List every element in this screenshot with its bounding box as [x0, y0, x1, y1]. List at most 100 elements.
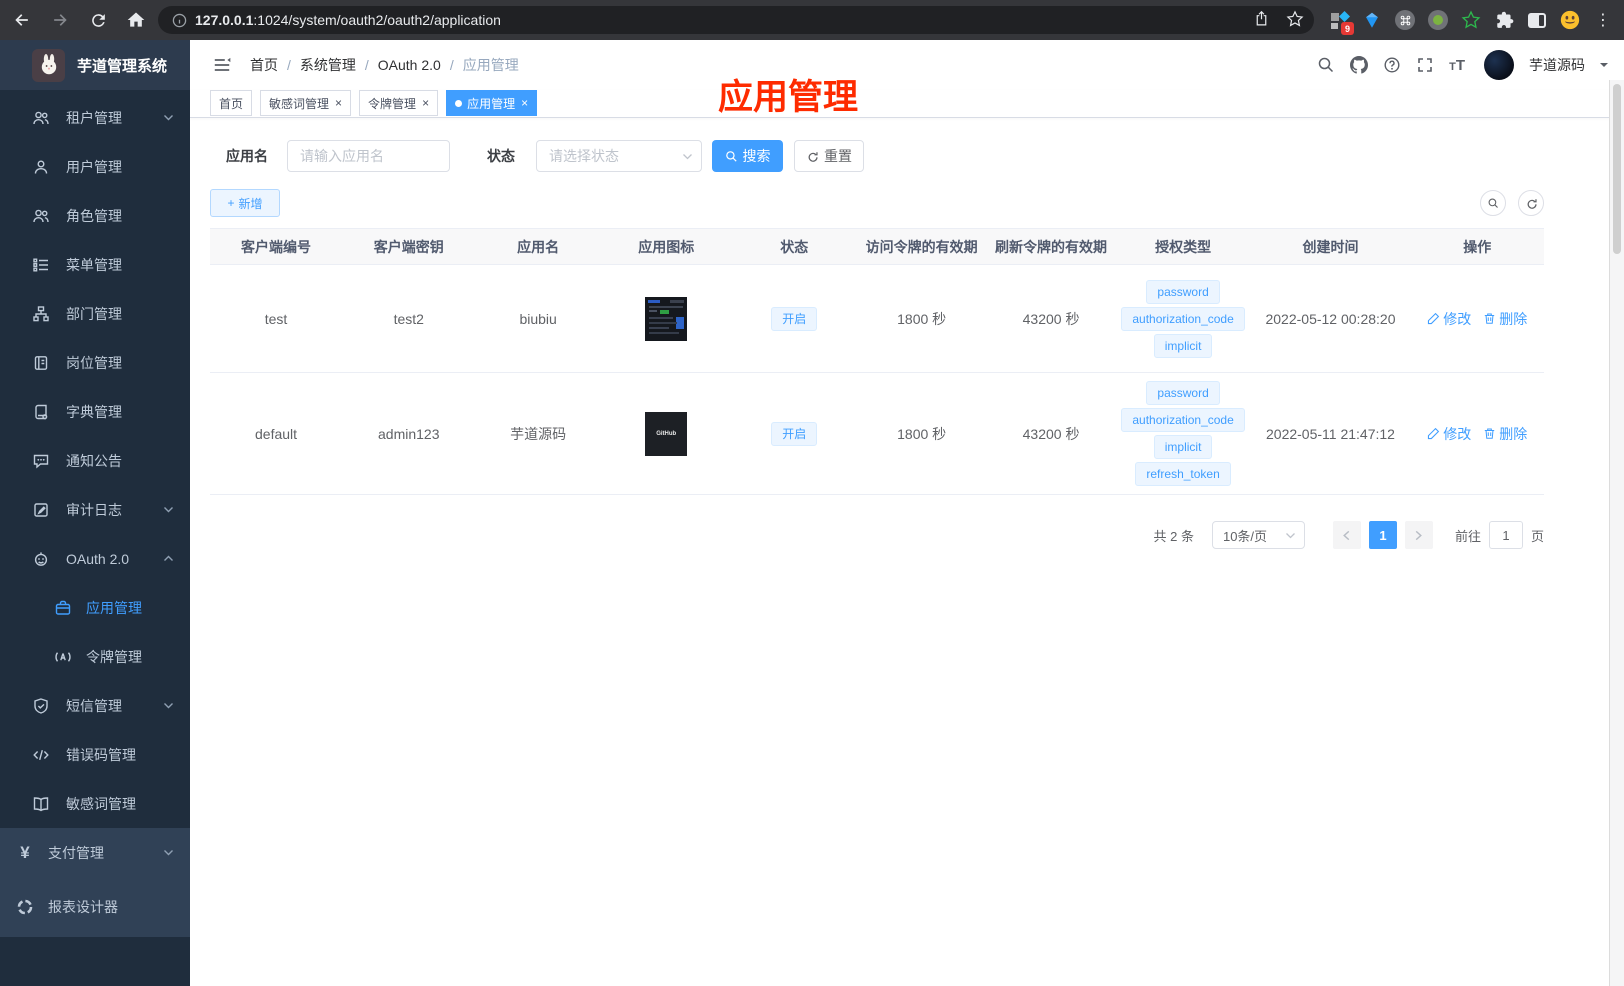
sidebar-item-tenant[interactable]: 租户管理 — [0, 93, 190, 142]
tab-sensitive-word[interactable]: 敏感词管理 × — [260, 90, 352, 116]
cell-refresh-validity: 43200 秒 — [986, 372, 1116, 495]
fullscreen-icon[interactable] — [1416, 56, 1434, 74]
breadcrumb-home[interactable]: 首页 — [250, 55, 278, 75]
delete-button[interactable]: 删除 — [1483, 424, 1527, 444]
tab-label: 首页 — [219, 96, 244, 111]
font-size-icon[interactable]: TT — [1449, 57, 1465, 74]
goto-page-input[interactable] — [1488, 521, 1523, 549]
status-select[interactable] — [536, 140, 702, 172]
table-row: default admin123 芋道源码 GitHub 开启 1800 秒 4… — [210, 372, 1544, 495]
sidebar-fold-icon[interactable] — [212, 55, 232, 75]
cell-client-secret: admin123 — [342, 372, 476, 495]
sidebar-item-label: 部门管理 — [66, 305, 122, 322]
sidebar-item-audit-log[interactable]: 审计日志 — [0, 485, 190, 534]
address-bar[interactable]: 127.0.0.1:1024/system/oauth2/oauth2/appl… — [158, 6, 1314, 34]
sidebar-item-user[interactable]: 用户管理 — [0, 142, 190, 191]
profile-avatar-icon[interactable] — [1559, 9, 1581, 31]
col-refresh-validity: 刷新令牌的有效期 — [986, 228, 1116, 265]
sidebar-item-notice[interactable]: 通知公告 — [0, 436, 190, 485]
sidebar-bottom-section: ¥ 支付管理 报表设计器 — [0, 828, 190, 937]
refresh-table-button[interactable] — [1518, 190, 1544, 216]
breadcrumb-system[interactable]: 系统管理 — [300, 55, 356, 75]
page-size-select[interactable] — [1211, 521, 1305, 549]
sidebar-item-oauth[interactable]: OAuth 2.0 — [0, 534, 190, 583]
app-title: 芋道管理系统 — [77, 57, 168, 75]
prev-page-button[interactable] — [1332, 521, 1361, 549]
table-toolbar: + 新增 — [210, 189, 1544, 217]
app-name-label: 应用名 — [226, 148, 268, 164]
logo-image — [32, 48, 65, 82]
sidebar-item-role[interactable]: 角色管理 — [0, 191, 190, 240]
sidebar-item-payment[interactable]: ¥ 支付管理 — [0, 828, 190, 877]
reload-button[interactable] — [86, 8, 110, 32]
sidebar-item-label: 字典管理 — [66, 403, 122, 420]
command-extension-icon[interactable] — [1394, 9, 1416, 31]
show-search-button[interactable] — [1480, 190, 1506, 216]
close-icon[interactable]: × — [521, 96, 528, 110]
sidebar-item-dict[interactable]: 字典管理 — [0, 387, 190, 436]
sidebar-item-sms[interactable]: 短信管理 — [0, 681, 190, 730]
app-name-input[interactable] — [287, 140, 450, 172]
sidebar-item-errcode[interactable]: 错误码管理 — [0, 730, 190, 779]
close-icon[interactable]: × — [335, 96, 342, 110]
col-grant-types: 授权类型 — [1115, 228, 1251, 265]
tab-label: 敏感词管理 — [269, 96, 330, 111]
forward-button[interactable] — [48, 8, 72, 32]
user-avatar[interactable] — [1484, 50, 1514, 80]
edit-button[interactable]: 修改 — [1427, 424, 1471, 444]
share-icon[interactable] — [1253, 10, 1270, 30]
cell-status: 开启 — [731, 264, 857, 373]
next-page-button[interactable] — [1404, 521, 1433, 549]
home-button[interactable] — [124, 8, 148, 32]
scrollbar-thumb[interactable] — [1613, 84, 1621, 254]
edit-button[interactable]: 修改 — [1427, 309, 1471, 329]
devtools-extension-icon[interactable]: 9 — [1328, 9, 1354, 35]
gem-extension-icon[interactable] — [1361, 9, 1383, 31]
user-menu-caret-icon[interactable] — [1600, 63, 1608, 71]
tab-token-mgmt[interactable]: 令牌管理 × — [359, 90, 439, 116]
help-icon[interactable] — [1383, 56, 1401, 74]
tab-app-mgmt[interactable]: 应用管理 × — [446, 90, 538, 116]
search-icon[interactable] — [1317, 56, 1335, 74]
browser-extensions: 9 ⋮ — [1328, 9, 1614, 35]
sidebar-item-dept[interactable]: 部门管理 — [0, 289, 190, 338]
main-area: 应用管理 首页 / 系统管理 / OAuth 2.0 / 应用管理 TT 芋道源… — [190, 40, 1624, 986]
sidebar-item-sensitive-word[interactable]: 敏感词管理 — [0, 779, 190, 828]
tab-label: 应用管理 — [467, 96, 516, 111]
col-access-validity: 访问令牌的有效期 — [856, 228, 987, 265]
sidebar-item-menu-mgmt[interactable]: 菜单管理 — [0, 240, 190, 289]
username[interactable]: 芋道源码 — [1529, 55, 1585, 75]
add-button[interactable]: + 新增 — [210, 189, 280, 217]
sidebar-item-label: 菜单管理 — [66, 256, 122, 273]
chevron-down-icon — [163, 849, 174, 856]
col-client-id: 客户端编号 — [210, 228, 343, 265]
split-screen-icon[interactable] — [1526, 9, 1548, 31]
browser-menu-icon[interactable]: ⋮ — [1592, 9, 1614, 31]
delete-button[interactable]: 删除 — [1483, 309, 1527, 329]
extensions-puzzle-icon[interactable] — [1493, 9, 1515, 31]
breadcrumb-oauth[interactable]: OAuth 2.0 — [378, 57, 441, 73]
back-button[interactable] — [10, 8, 34, 32]
sidebar-item-oauth-token[interactable]: 令牌管理 — [0, 632, 190, 681]
sidebar-item-report-designer[interactable]: 报表设计器 — [0, 877, 190, 937]
sidebar-logo[interactable]: 芋道管理系统 — [0, 40, 190, 90]
page-number-current[interactable]: 1 — [1368, 521, 1397, 549]
github-icon[interactable] — [1350, 56, 1369, 74]
chevron-up-icon — [163, 555, 174, 562]
status-select-input[interactable] — [536, 140, 702, 172]
star-extension-icon[interactable] — [1460, 9, 1482, 31]
app-icon-image: GitHub — [645, 411, 688, 456]
bookmark-star-icon[interactable] — [1286, 9, 1304, 31]
search-button[interactable]: 搜索 — [712, 140, 783, 172]
recorder-extension-icon[interactable] — [1427, 9, 1449, 31]
tab-home[interactable]: 首页 — [210, 90, 253, 116]
scrollbar[interactable] — [1609, 80, 1624, 986]
reset-button[interactable]: 重置 — [794, 140, 864, 172]
sidebar-item-post[interactable]: 岗位管理 — [0, 338, 190, 387]
close-icon[interactable]: × — [422, 96, 429, 110]
site-info-icon[interactable] — [172, 13, 187, 28]
cell-grant-types: password authorization_code implicit ref… — [1115, 372, 1251, 495]
cell-client-secret: test2 — [342, 264, 476, 373]
page-size-input[interactable] — [1211, 521, 1305, 549]
sidebar-item-oauth-app[interactable]: 应用管理 — [0, 583, 190, 632]
